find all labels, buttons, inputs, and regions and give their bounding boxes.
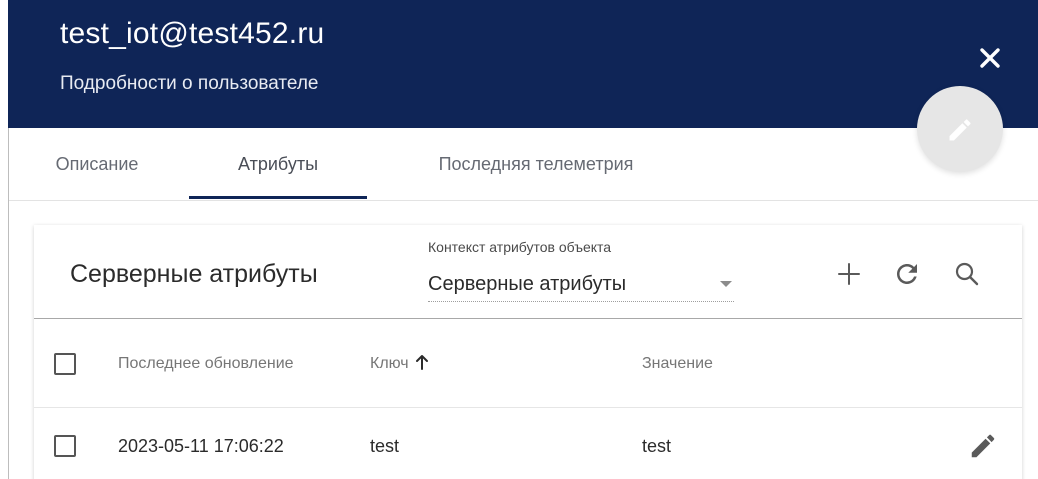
- active-tab-indicator: [189, 196, 367, 199]
- column-header-last-update[interactable]: Последнее обновление: [118, 354, 294, 374]
- search-icon: [955, 262, 979, 286]
- arrow-up-icon: [416, 355, 429, 370]
- table-row-divider: [34, 407, 1022, 408]
- attribute-scope-label: Контекст атрибутов объекта: [428, 239, 612, 255]
- dialog-header: test_iot@test452.ru Подробности о пользо…: [8, 0, 1038, 128]
- attributes-card-title: Серверные атрибуты: [70, 260, 318, 288]
- tab-latest-telemetry-label: Последняя телеметрия: [438, 154, 634, 174]
- refresh-button[interactable]: [892, 259, 922, 289]
- close-icon: [980, 48, 1000, 68]
- cell-key: test: [370, 436, 400, 456]
- select-all-checkbox[interactable]: [54, 353, 76, 375]
- tab-attributes[interactable]: Атрибуты: [189, 128, 367, 200]
- tab-attributes-label: Атрибуты: [237, 154, 318, 174]
- add-attribute-button[interactable]: [834, 259, 864, 289]
- tab-bar: Описание Атрибуты Последняя телеметрия: [9, 128, 1038, 201]
- header-divider: [34, 318, 1022, 319]
- edit-attribute-button[interactable]: [968, 431, 998, 461]
- cell-value: test: [642, 436, 672, 456]
- column-header-key[interactable]: Ключ: [370, 354, 429, 374]
- plus-icon: [838, 263, 860, 285]
- attribute-scope-value: Серверные атрибуты: [428, 273, 627, 295]
- refresh-icon: [897, 264, 917, 284]
- attributes-card: Серверные атрибуты Контекст атрибутов об…: [34, 225, 1022, 479]
- dropdown-arrow-icon: [720, 281, 732, 287]
- cell-last-update: 2023-05-11 17:06:22: [118, 436, 284, 456]
- row-checkbox[interactable]: [54, 435, 76, 457]
- column-header-key-label: Ключ: [370, 355, 409, 372]
- attribute-scope-select[interactable]: Серверные атрибуты: [428, 269, 734, 302]
- close-button[interactable]: [972, 40, 1008, 76]
- tab-description-label: Описание: [55, 154, 139, 174]
- dialog-title: test_iot@test452.ru: [60, 17, 325, 50]
- column-header-value[interactable]: Значение: [642, 354, 713, 374]
- pencil-icon: [971, 434, 995, 458]
- user-details-dialog: test_iot@test452.ru Подробности о пользо…: [0, 0, 1038, 479]
- tab-latest-telemetry[interactable]: Последняя телеметрия: [381, 128, 691, 200]
- tab-description[interactable]: Описание: [9, 128, 185, 200]
- dialog-subtitle: Подробности о пользователе: [60, 73, 319, 94]
- search-button[interactable]: [952, 259, 982, 289]
